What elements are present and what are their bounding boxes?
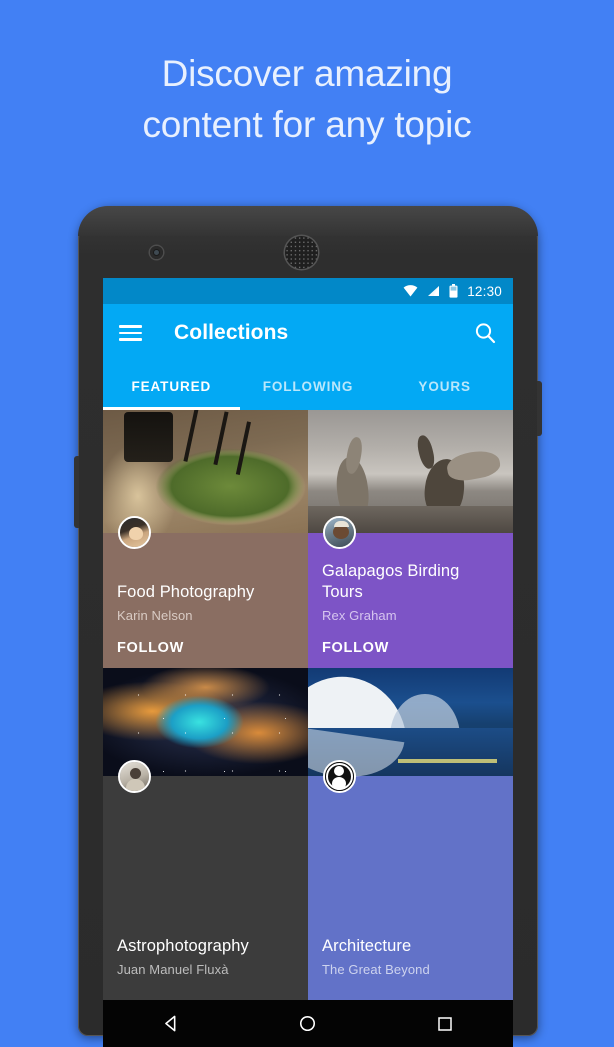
phone-top-bezel: [78, 206, 538, 236]
card-title: Galapagos Birding Tours: [322, 562, 460, 601]
tab-featured[interactable]: FEATURED: [103, 362, 240, 410]
card-body-architecture: Architecture The Great Beyond: [308, 910, 513, 1000]
tab-yours[interactable]: YOURS: [376, 362, 513, 410]
wifi-icon: [403, 285, 418, 297]
card-body-galapagos-birding-tours: Galapagos Birding Tours Rex Graham FOLLO…: [308, 535, 513, 668]
card-title: Astrophotography: [117, 937, 249, 955]
avatar-karin-nelson[interactable]: [118, 516, 151, 549]
card-author: Juan Manuel Fluxà: [117, 962, 229, 977]
app-bar: Collections: [103, 304, 513, 362]
tab-following[interactable]: FOLLOWING: [240, 362, 377, 410]
card-body-astrophotography: Astrophotography Juan Manuel Fluxà: [103, 910, 308, 1000]
bird-shape-right-neck: [414, 433, 437, 471]
follow-button[interactable]: FOLLOW: [322, 640, 499, 656]
bird-wing-right: [445, 447, 503, 484]
hamburger-menu-icon[interactable]: [119, 325, 142, 341]
card-author: The Great Beyond: [322, 962, 430, 977]
phone-device: 12:30 Collections FEATURED FOLLOWING YOU…: [74, 206, 542, 1047]
card-photo-food: [103, 410, 308, 533]
promo-headline-line1: Discover amazing: [161, 53, 453, 94]
card-author: Karin Nelson: [117, 608, 193, 623]
collections-grid: Food Photography Karin Nelson FOLLOW Gal…: [103, 410, 513, 1000]
avatar-rex-graham[interactable]: [323, 516, 356, 549]
battery-icon: [449, 284, 458, 298]
follow-button[interactable]: FOLLOW: [117, 640, 294, 656]
volume-button[interactable]: [74, 456, 79, 528]
phone-screen: 12:30 Collections FEATURED FOLLOWING YOU…: [103, 278, 513, 1000]
card-body-food-photography: Food Photography Karin Nelson FOLLOW: [103, 556, 308, 668]
card-title: Food Photography: [117, 583, 255, 601]
promo-headline: Discover amazing content for any topic: [0, 48, 614, 150]
promo-headline-line2: content for any topic: [142, 104, 472, 145]
collection-card-astrophotography[interactable]: Astrophotography Juan Manuel Fluxà: [103, 668, 308, 1000]
status-bar: 12:30: [103, 278, 513, 304]
power-button[interactable]: [537, 381, 542, 436]
collection-card-galapagos-birding-tours[interactable]: Galapagos Birding Tours Rex Graham FOLLO…: [308, 410, 513, 668]
collection-card-architecture[interactable]: Architecture The Great Beyond: [308, 668, 513, 1000]
avatar-juan-manuel-fluxa[interactable]: [118, 760, 151, 793]
cellular-signal-icon: [428, 286, 440, 296]
earpiece-speaker-icon: [285, 236, 318, 269]
status-bar-time: 12:30: [467, 283, 502, 299]
avatar-architecture-page[interactable]: [323, 760, 356, 793]
tab-bar: FEATURED FOLLOWING YOURS: [103, 362, 513, 410]
card-author: Rex Graham: [322, 608, 397, 623]
tab-featured-label: FEATURED: [131, 378, 212, 394]
search-icon[interactable]: [473, 321, 497, 345]
front-camera-icon: [150, 246, 163, 259]
page-title: Collections: [174, 321, 289, 344]
card-title: Architecture: [322, 937, 412, 955]
tab-yours-label: YOURS: [418, 378, 471, 394]
collection-card-food-photography[interactable]: Food Photography Karin Nelson FOLLOW: [103, 410, 308, 668]
tab-following-label: FOLLOWING: [262, 378, 354, 394]
card-photo-birds: [308, 410, 513, 533]
